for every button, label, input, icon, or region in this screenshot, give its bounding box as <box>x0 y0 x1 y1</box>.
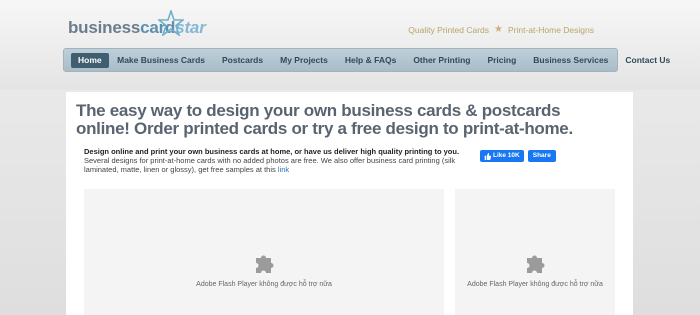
nav-item-contact-us[interactable]: Contact Us <box>617 53 679 68</box>
star-icon: ★ <box>494 24 504 35</box>
tagline-print-at-home: Print-at-Home Designs <box>508 24 594 35</box>
intro-description: Several designs for print-at-home cards … <box>84 156 456 174</box>
page-headline: The easy way to design your own business… <box>76 101 573 138</box>
header-tagline: Quality Printed Cards ★ Print-at-Home De… <box>408 24 594 35</box>
nav-item-other-printing[interactable]: Other Printing <box>405 53 479 68</box>
main-nav: Home Make Business Cards Postcards My Pr… <box>63 48 670 72</box>
logo-wordmark: businesscardstar <box>68 18 206 37</box>
flash-embed-main[interactable]: Adobe Flash Player không được hỗ trợ nữa <box>84 189 444 315</box>
intro-bold-line: Design online and print your own busines… <box>84 147 460 156</box>
flash-unsupported-message: Adobe Flash Player không được hỗ trợ nữa <box>467 281 603 288</box>
tagline-printed: Quality Printed Cards <box>408 24 490 35</box>
star-logo-icon <box>158 10 184 36</box>
facebook-like-label: Like 10K <box>493 152 520 159</box>
thumbs-up-icon <box>484 152 491 160</box>
social-buttons: Like 10K Share <box>480 150 556 162</box>
site-logo[interactable]: businesscardstar <box>68 10 206 44</box>
samples-link[interactable]: link <box>278 165 289 174</box>
facebook-share-button[interactable]: Share <box>527 150 556 162</box>
nav-item-help-faqs[interactable]: Help & FAQs <box>336 53 404 68</box>
nav-item-postcards[interactable]: Postcards <box>214 53 272 68</box>
flash-unsupported-message: Adobe Flash Player không được hỗ trợ nữa <box>196 281 332 288</box>
nav-item-my-projects[interactable]: My Projects <box>272 53 337 68</box>
plugin-puzzle-icon <box>256 255 274 273</box>
nav-item-pricing[interactable]: Pricing <box>479 53 525 68</box>
flash-embed-side[interactable]: Adobe Flash Player không được hỗ trợ nữa <box>455 189 615 315</box>
intro-text: Design online and print your own busines… <box>84 147 464 174</box>
main-content: The easy way to design your own business… <box>66 92 633 315</box>
facebook-like-button[interactable]: Like 10K <box>480 150 524 162</box>
site-header: businesscardstar Quality Printed Cards ★… <box>0 0 700 90</box>
nav-item-make-business-cards[interactable]: Make Business Cards <box>109 53 214 68</box>
nav-item-business-services[interactable]: Business Services <box>525 53 617 68</box>
nav-item-home[interactable]: Home <box>71 52 109 68</box>
plugin-puzzle-icon <box>527 255 545 273</box>
